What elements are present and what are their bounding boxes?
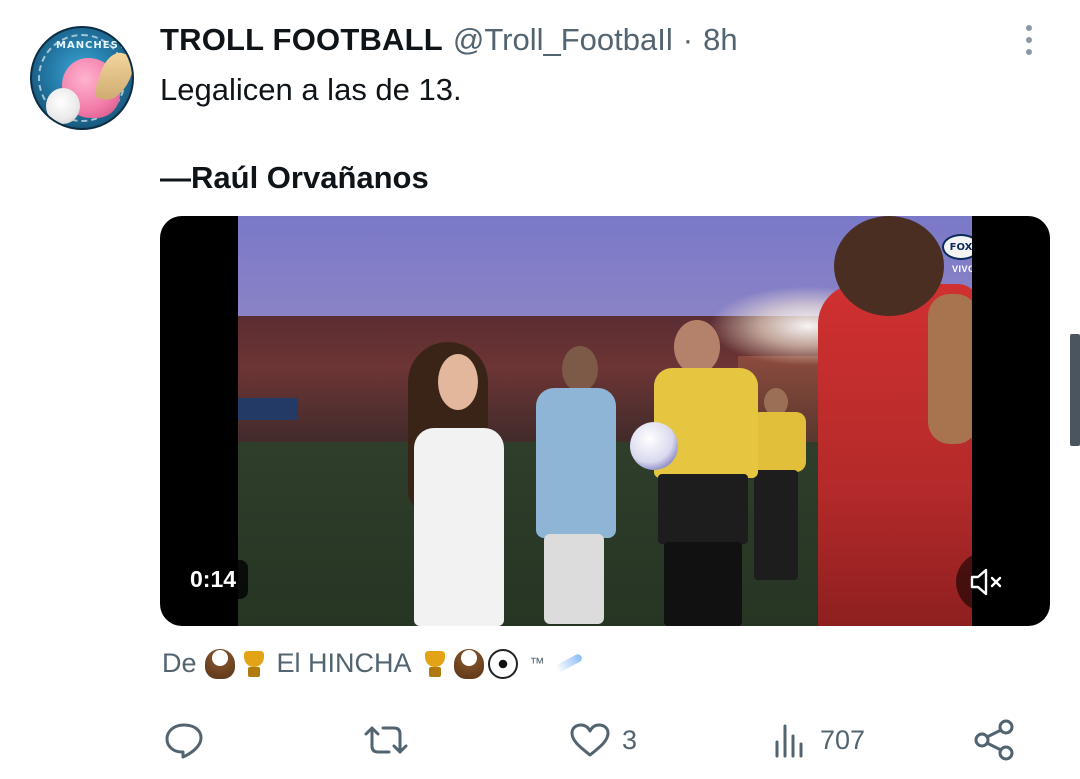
avatar[interactable]: MANCHESTE xyxy=(30,26,134,130)
player-red-head xyxy=(834,216,944,316)
heart-icon xyxy=(570,723,610,757)
eagle-emoji-icon xyxy=(453,648,484,679)
match-ball xyxy=(630,422,678,470)
share-button[interactable] xyxy=(972,712,1028,768)
avatar-ring-text: MANCHESTE xyxy=(56,40,134,51)
player-red-arm xyxy=(928,294,972,444)
source-name: El HINCHA xyxy=(276,648,412,678)
source-line[interactable]: De El HINCHA ™ xyxy=(162,648,587,679)
soccer-ball-emoji-icon xyxy=(487,648,518,679)
views-count: 707 xyxy=(820,724,866,755)
video-player[interactable]: FOX VIVO 0:14 xyxy=(160,216,1050,626)
header-separator: · xyxy=(682,22,694,57)
ad-board xyxy=(238,398,298,420)
trophy-emoji-icon xyxy=(239,649,269,679)
like-count: 3 xyxy=(622,724,638,755)
player-blue-head xyxy=(562,346,598,392)
user-handle[interactable]: @Troll_FootbaIl xyxy=(453,22,673,58)
source-emoji-right xyxy=(420,648,518,679)
share-icon xyxy=(974,719,1014,761)
tweet[interactable]: MANCHESTE TROLL FOOTBALL @Troll_FootbaIl… xyxy=(0,0,1080,779)
source-trademark: ™ xyxy=(529,655,545,672)
referee-legs xyxy=(664,542,742,626)
video-duration: 0:14 xyxy=(178,560,249,599)
referee-shorts xyxy=(658,474,748,544)
speaker-muted-icon xyxy=(970,568,1002,596)
source-emoji-left xyxy=(204,648,269,679)
broadcaster-logo: FOX xyxy=(942,234,972,260)
trophy-emoji-icon xyxy=(420,649,450,679)
reply-button[interactable] xyxy=(162,712,216,768)
like-button[interactable]: 3 xyxy=(568,712,637,768)
video-frame: FOX VIVO xyxy=(238,216,972,626)
avatar-character-hand xyxy=(46,88,80,124)
tweet-header: TROLL FOOTBALL @Troll_FootbaIl · 8h xyxy=(160,22,738,58)
retweet-button[interactable] xyxy=(362,712,420,768)
source-prefix: De xyxy=(162,648,197,678)
display-name[interactable]: TROLL FOOTBALL xyxy=(160,22,443,58)
player-blue-legs xyxy=(544,534,604,624)
girl-shirt xyxy=(414,428,504,626)
tweet-text: Legalicen a las de 13. xyxy=(160,72,462,107)
more-options-icon[interactable] xyxy=(1014,20,1044,60)
comet-emoji-icon xyxy=(553,651,587,677)
retweet-icon xyxy=(364,726,408,754)
live-label: VIVO xyxy=(952,264,972,274)
referee-head xyxy=(674,320,720,374)
views-button[interactable]: 707 xyxy=(772,712,865,768)
tweet-time[interactable]: 8h xyxy=(703,22,737,58)
tweet-quote-attribution: —Raúl Orvañanos xyxy=(160,160,429,195)
scrollbar-thumb[interactable] xyxy=(1070,334,1080,446)
tweet-actions: 3 707 xyxy=(0,712,1080,768)
eagle-emoji-icon xyxy=(204,648,235,679)
player-blue-shirt xyxy=(536,388,616,538)
assistant-referee-shirt xyxy=(750,412,806,472)
girl-face xyxy=(438,354,478,410)
mute-button[interactable] xyxy=(956,552,1016,612)
views-icon xyxy=(775,724,803,758)
reply-icon xyxy=(165,723,203,759)
assistant-referee-legs xyxy=(754,470,798,580)
